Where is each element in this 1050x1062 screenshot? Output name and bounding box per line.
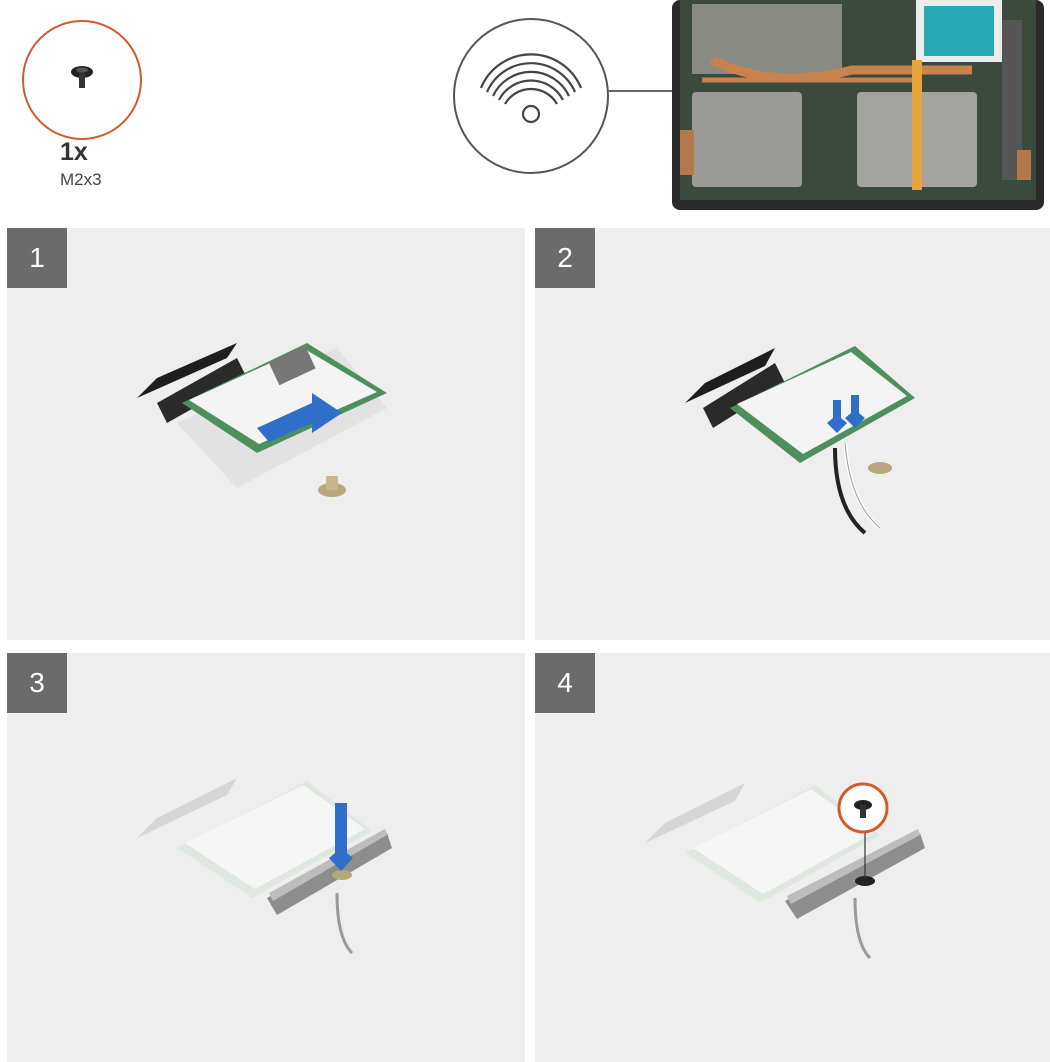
step-3-panel: 3	[7, 653, 525, 1062]
screw-quantity: 1x	[60, 138, 88, 166]
step-4-panel: 4	[535, 653, 1050, 1062]
step-2-illustration	[685, 346, 915, 535]
step-1-panel: 1	[7, 228, 525, 640]
wifi-callout	[453, 18, 609, 174]
screw-callout	[22, 20, 142, 140]
step-1-illustration	[137, 343, 387, 497]
step-4-illustration	[645, 782, 925, 960]
screw-size: M2x3	[60, 170, 102, 189]
screw-icon	[71, 66, 93, 88]
step-2-panel: 2	[535, 228, 1050, 640]
device-internal-view	[672, 0, 1044, 210]
wifi-icon	[479, 53, 583, 124]
step-3-illustration	[137, 778, 392, 955]
